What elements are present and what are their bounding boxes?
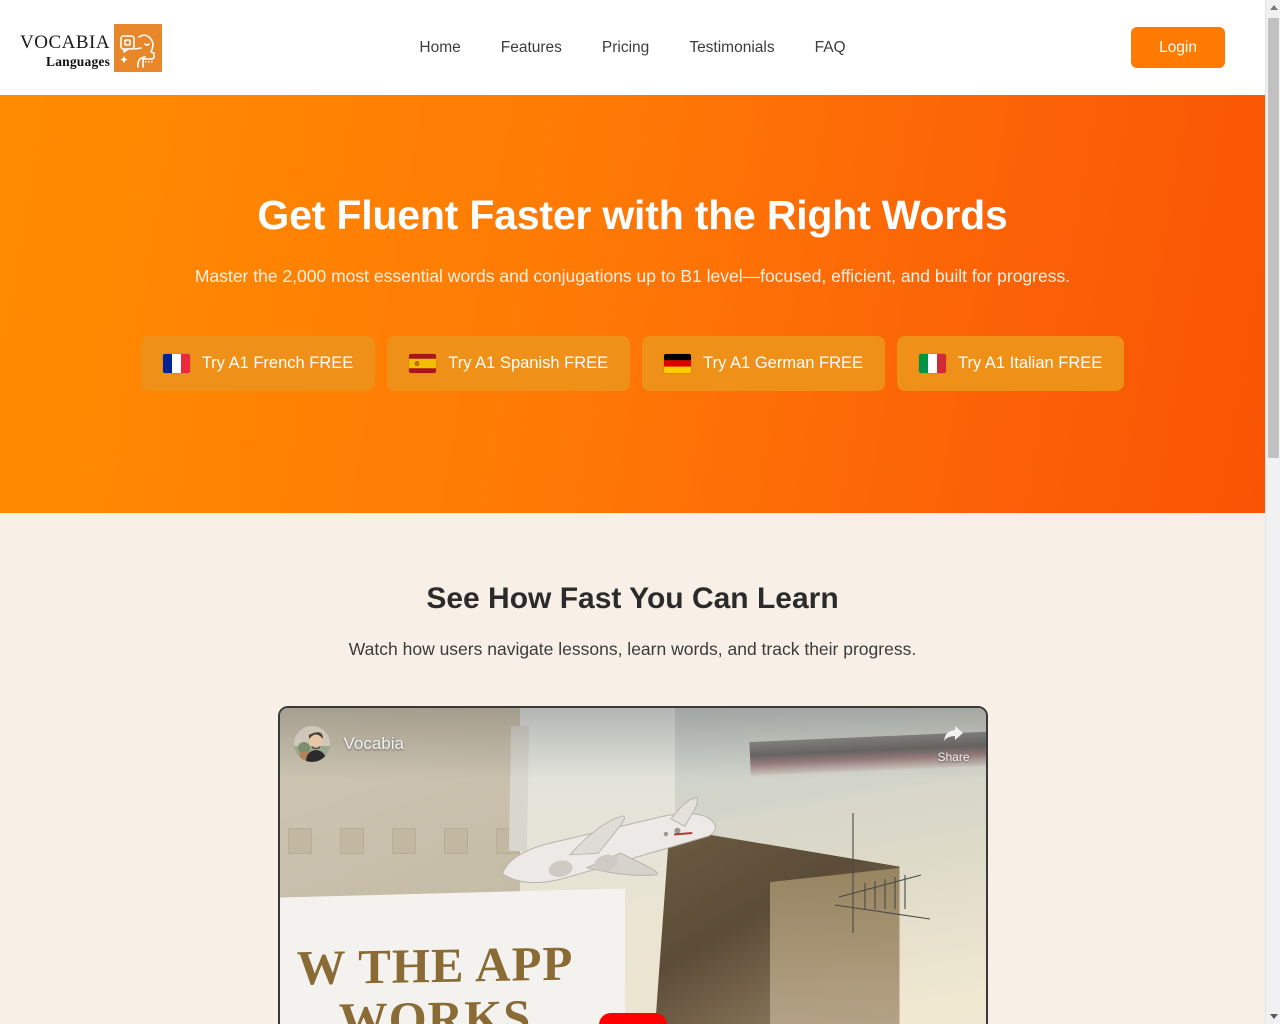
demo-heading: See How Fast You Can Learn: [426, 582, 839, 615]
try-italian-button[interactable]: Try A1 Italian FREE: [897, 336, 1125, 392]
flag-france-icon: [162, 354, 190, 374]
nav-home[interactable]: Home: [419, 39, 460, 57]
nav-faq[interactable]: FAQ: [815, 39, 846, 57]
share-icon: [941, 724, 965, 749]
brand-wordmark: VOCABIA Languages: [20, 26, 114, 69]
flag-italy-icon: [919, 354, 947, 374]
scrollbar-thumb[interactable]: [1268, 18, 1279, 458]
flag-germany-icon: [664, 354, 692, 374]
scroll-down-arrow-icon[interactable]: [1266, 1009, 1280, 1024]
try-spanish-label: Try A1 Spanish FREE: [448, 354, 609, 373]
try-spanish-button[interactable]: Try A1 Spanish FREE: [387, 336, 631, 392]
brand-logo[interactable]: VOCABIA Languages: [20, 23, 163, 72]
browser-viewport: VOCABIA Languages: [0, 0, 1280, 1024]
scroll-up-arrow-icon[interactable]: [1266, 0, 1280, 15]
video-top-bar: Vocabia Share: [279, 708, 986, 780]
try-italian-label: Try A1 Italian FREE: [958, 354, 1103, 373]
demo-subheading: Watch how users navigate lessons, learn …: [348, 639, 917, 659]
try-german-label: Try A1 German FREE: [703, 354, 864, 373]
brand-subtitle: Languages: [45, 54, 111, 70]
hero-section: Get Fluent Faster with the Right Words M…: [0, 95, 1265, 513]
language-cta-row: Try A1 French FREE Try A1 Spanish FREE T…: [0, 336, 1265, 392]
nav-features[interactable]: Features: [501, 39, 562, 57]
vertical-scrollbar[interactable]: [1265, 0, 1280, 1024]
site-header: VOCABIA Languages: [0, 0, 1265, 95]
speaking-head-icon: [114, 23, 163, 72]
page-content: VOCABIA Languages: [0, 0, 1265, 1024]
thumbnail-antenna: [834, 813, 955, 943]
thumbnail-headline-text: W THE APP WORKS: [296, 935, 573, 1024]
login-button[interactable]: Login: [1131, 26, 1225, 69]
hero-heading: Get Fluent Faster with the Right Words: [257, 192, 1008, 238]
nav-testimonials[interactable]: Testimonials: [689, 39, 774, 57]
channel-name: Vocabia: [343, 734, 405, 753]
hero-subheading: Master the 2,000 most essential words an…: [194, 266, 1071, 287]
demo-section: See How Fast You Can Learn Watch how use…: [0, 513, 1265, 1024]
play-button[interactable]: [598, 1013, 667, 1024]
header-actions: Login: [1131, 26, 1245, 69]
brand-name: VOCABIA: [20, 24, 111, 55]
video-player[interactable]: W THE APP WORKS Vocabia Share: [277, 706, 988, 1024]
try-german-button[interactable]: Try A1 German FREE: [642, 336, 886, 392]
share-button[interactable]: Share: [937, 724, 970, 764]
main-navigation: Home Features Pricing Testimonials FAQ: [0, 39, 1265, 57]
nav-pricing[interactable]: Pricing: [602, 39, 649, 57]
channel-avatar: [293, 726, 330, 762]
try-french-button[interactable]: Try A1 French FREE: [140, 336, 376, 392]
flag-spain-icon: [409, 354, 437, 374]
try-french-label: Try A1 French FREE: [201, 354, 354, 373]
share-label: Share: [937, 750, 970, 764]
